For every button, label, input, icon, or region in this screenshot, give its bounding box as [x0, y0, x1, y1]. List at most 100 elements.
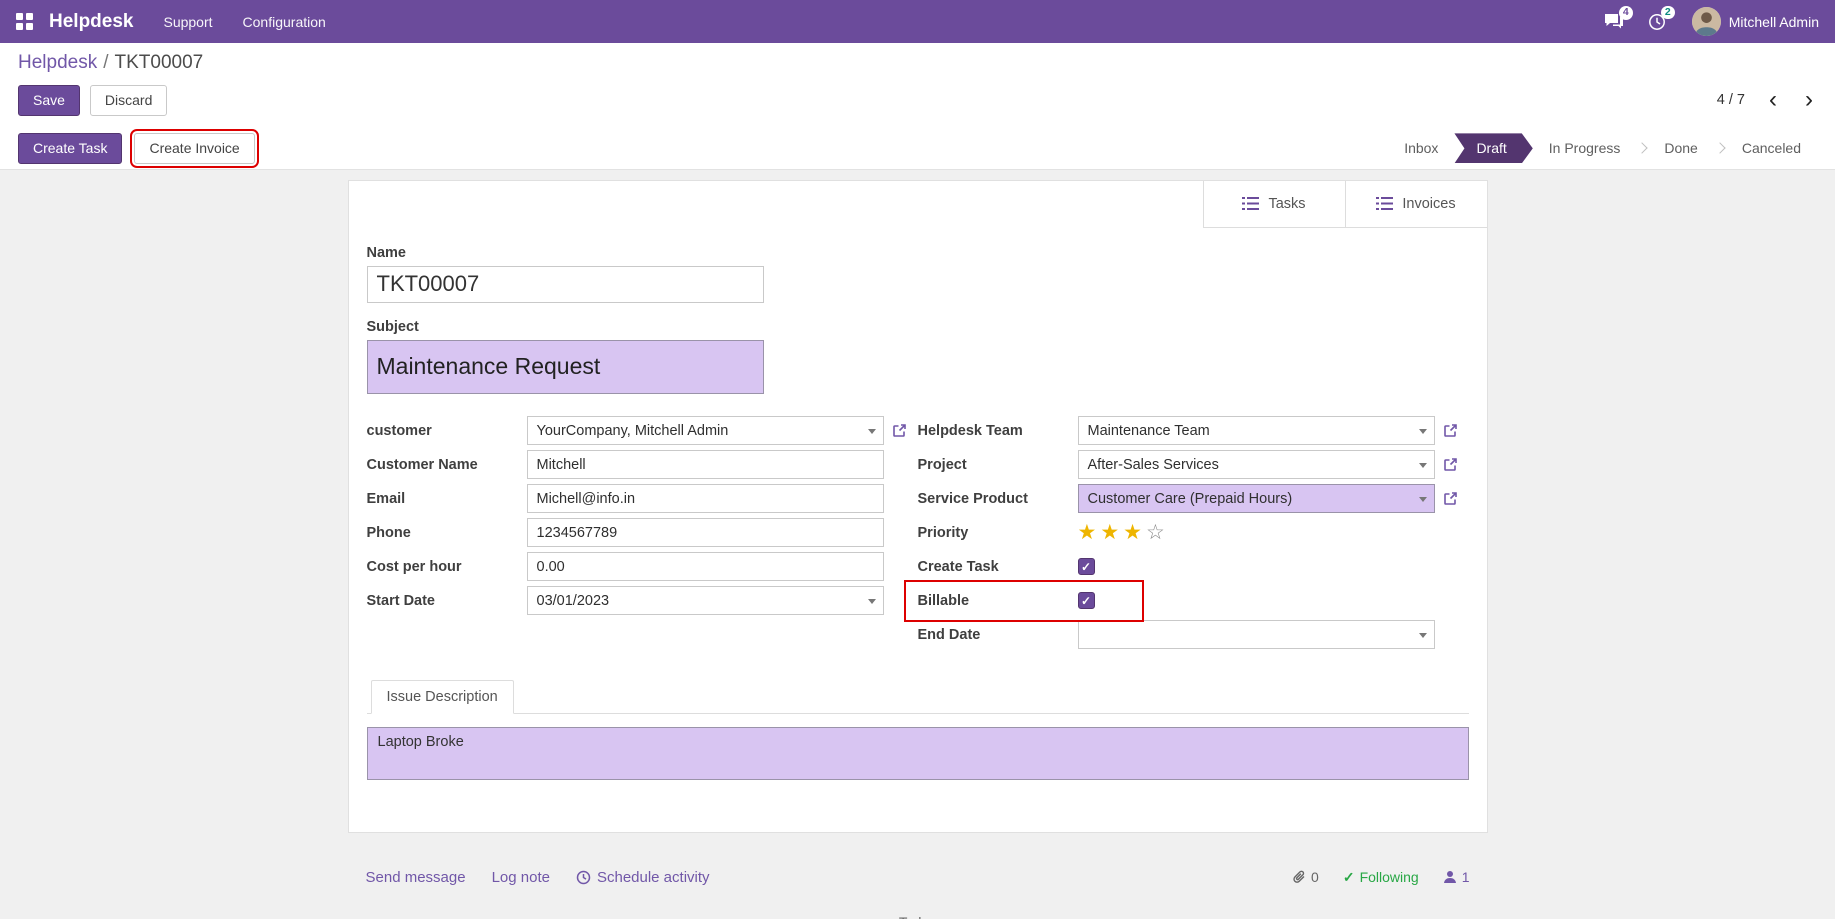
dropdown-caret-icon[interactable]: [1419, 429, 1427, 434]
customer-name-input[interactable]: Mitchell: [527, 450, 884, 479]
customer-label: customer: [367, 423, 527, 439]
service-product-field[interactable]: Customer Care (Prepaid Hours): [1078, 484, 1435, 513]
project-field-row: Project After-Sales Services: [918, 448, 1469, 482]
stage-separator-icon: [1714, 143, 1725, 154]
dropdown-caret-icon[interactable]: [1419, 497, 1427, 502]
end-date-label: End Date: [918, 627, 1078, 643]
phone-input[interactable]: 1234567789: [527, 518, 884, 547]
form-sheet: Tasks Invoices Name TKT00007 Subject Mai…: [348, 180, 1488, 833]
user-name[interactable]: Mitchell Admin: [1729, 14, 1819, 30]
activities-icon[interactable]: 2: [1648, 13, 1666, 31]
priority-star-icon[interactable]: [1146, 522, 1165, 543]
email-input[interactable]: Michell@info.in: [527, 484, 884, 513]
billable-checkbox[interactable]: [1078, 592, 1095, 609]
priority-star-icon[interactable]: [1123, 522, 1142, 543]
form-statusbar: Create Task Create Invoice Inbox Draft I…: [0, 128, 1835, 170]
stage-inbox[interactable]: Inbox: [1388, 133, 1454, 163]
end-date-input[interactable]: [1078, 620, 1435, 649]
followers-button[interactable]: 1: [1443, 869, 1470, 885]
dropdown-caret-icon[interactable]: [1419, 463, 1427, 468]
user-avatar[interactable]: [1692, 7, 1721, 36]
billable-field-row: Billable: [918, 584, 1469, 618]
messages-badge: 4: [1619, 6, 1633, 20]
start-date-label: Start Date: [367, 593, 527, 609]
schedule-activity-button[interactable]: Schedule activity: [576, 869, 710, 886]
create-task-checkbox[interactable]: [1078, 558, 1095, 575]
following-button[interactable]: Following: [1343, 869, 1419, 886]
start-date-input[interactable]: 03/01/2023: [527, 586, 884, 615]
pager: 4 / 7: [1717, 91, 1817, 109]
helpdesk-team-field-row: Helpdesk Team Maintenance Team: [918, 414, 1469, 448]
discard-button[interactable]: Discard: [90, 85, 167, 116]
attachments-count: 0: [1311, 869, 1319, 885]
dropdown-caret-icon[interactable]: [1419, 633, 1427, 638]
breadcrumb-separator: /: [103, 52, 108, 73]
customer-name-field-row: Customer Name Mitchell: [367, 448, 918, 482]
customer-field[interactable]: YourCompany, Mitchell Admin: [527, 416, 884, 445]
menu-support[interactable]: Support: [163, 14, 212, 30]
top-navbar: Helpdesk Support Configuration 4 2 Mitch…: [0, 0, 1835, 43]
customer-name-label: Customer Name: [367, 457, 527, 473]
phone-label: Phone: [367, 525, 527, 541]
cost-per-hour-input[interactable]: 0.00: [527, 552, 884, 581]
invoices-stat-label: Invoices: [1402, 196, 1455, 212]
paperclip-icon: [1293, 870, 1306, 885]
log-note-button[interactable]: Log note: [492, 869, 550, 886]
helpdesk-team-field[interactable]: Maintenance Team: [1078, 416, 1435, 445]
messages-icon[interactable]: 4: [1604, 13, 1624, 30]
external-link-icon[interactable]: [1443, 457, 1458, 472]
dropdown-caret-icon[interactable]: [868, 429, 876, 434]
subject-label: Subject: [367, 319, 1469, 335]
today-divider: Today: [366, 914, 1470, 919]
customer-input[interactable]: YourCompany, Mitchell Admin: [527, 416, 884, 445]
start-date-field[interactable]: 03/01/2023: [527, 586, 884, 615]
attachments-button[interactable]: 0: [1293, 869, 1319, 885]
create-task-button[interactable]: Create Task: [18, 133, 122, 164]
priority-star-icon[interactable]: [1078, 522, 1097, 543]
service-product-label: Service Product: [918, 491, 1078, 507]
statusbar-buttons: Create Task Create Invoice: [18, 133, 255, 164]
external-link-icon[interactable]: [1443, 423, 1458, 438]
project-input[interactable]: After-Sales Services: [1078, 450, 1435, 479]
external-link-icon[interactable]: [1443, 491, 1458, 506]
create-invoice-button[interactable]: Create Invoice: [134, 133, 254, 164]
apps-menu-icon[interactable]: [16, 13, 33, 30]
pager-previous-button[interactable]: [1765, 91, 1781, 109]
breadcrumb-parent[interactable]: Helpdesk: [18, 52, 97, 73]
stage-done[interactable]: Done: [1648, 133, 1713, 163]
name-input[interactable]: TKT00007: [367, 266, 764, 303]
helpdesk-team-input[interactable]: Maintenance Team: [1078, 416, 1435, 445]
tasks-stat-button[interactable]: Tasks: [1203, 181, 1345, 228]
stage-in-progress[interactable]: In Progress: [1533, 133, 1637, 163]
name-field-block: Name TKT00007: [367, 245, 1469, 303]
service-product-field-row: Service Product Customer Care (Prepaid H…: [918, 482, 1469, 516]
service-product-input[interactable]: Customer Care (Prepaid Hours): [1078, 484, 1435, 513]
send-message-button[interactable]: Send message: [366, 869, 466, 886]
list-icon: [1376, 196, 1393, 211]
email-field-row: Email Michell@info.in: [367, 482, 918, 516]
app-title[interactable]: Helpdesk: [49, 11, 133, 33]
followers-count: 1: [1462, 869, 1470, 885]
dropdown-caret-icon[interactable]: [868, 599, 876, 604]
priority-star-icon[interactable]: [1100, 522, 1119, 543]
end-date-field[interactable]: [1078, 620, 1435, 649]
stat-buttons: Tasks Invoices: [1203, 181, 1487, 228]
end-date-field-row: End Date: [918, 618, 1469, 652]
invoices-stat-button[interactable]: Invoices: [1345, 181, 1487, 228]
stage-draft[interactable]: Draft: [1454, 133, 1532, 163]
external-link-icon[interactable]: [892, 423, 907, 438]
pager-next-button[interactable]: [1801, 91, 1817, 109]
customer-field-row: customer YourCompany, Mitchell Admin: [367, 414, 918, 448]
today-label: Today: [887, 914, 948, 919]
project-field[interactable]: After-Sales Services: [1078, 450, 1435, 479]
field-columns: customer YourCompany, Mitchell Admin Cus…: [367, 414, 1469, 652]
save-button[interactable]: Save: [18, 85, 80, 116]
issue-description-input[interactable]: Laptop Broke: [367, 727, 1469, 780]
subject-input[interactable]: Maintenance Request: [367, 340, 764, 394]
activities-badge: 2: [1661, 6, 1675, 20]
name-label: Name: [367, 245, 1469, 261]
stage-canceled[interactable]: Canceled: [1726, 133, 1817, 163]
menu-configuration[interactable]: Configuration: [243, 14, 326, 30]
notebook: Issue Description Laptop Broke: [367, 680, 1469, 780]
tab-issue-description[interactable]: Issue Description: [371, 680, 514, 714]
